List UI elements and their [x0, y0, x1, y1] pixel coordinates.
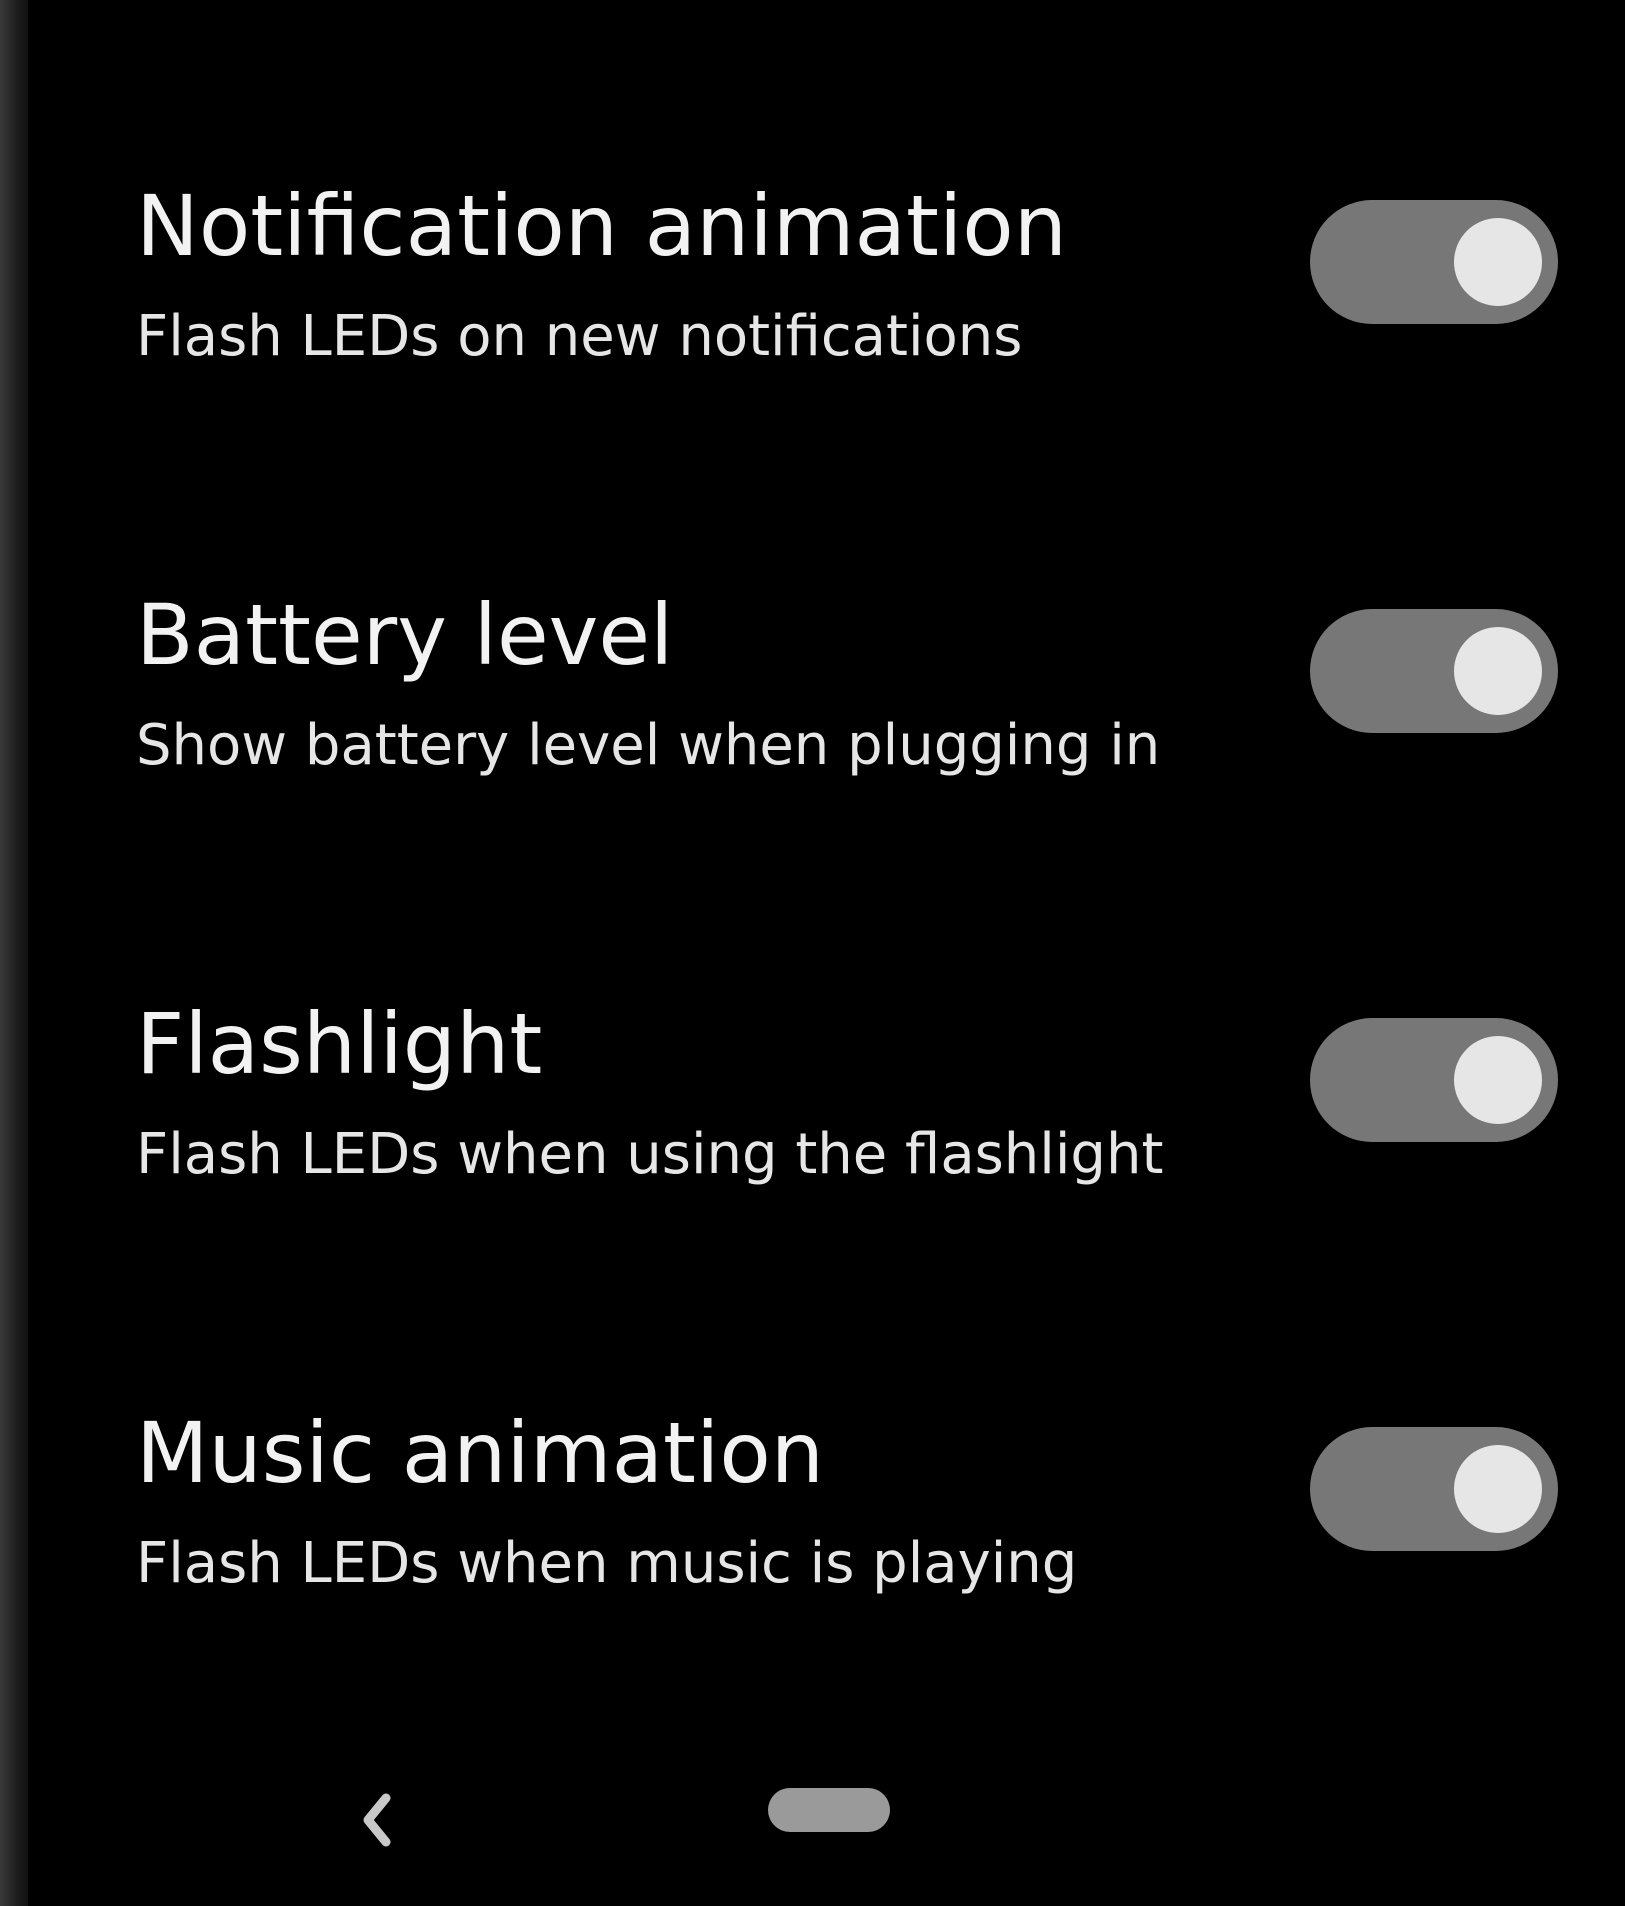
setting-title: Notification animation — [136, 177, 1067, 275]
setting-battery-level[interactable]: Battery level Show battery level when pl… — [136, 585, 1558, 845]
notification-animation-toggle[interactable] — [1310, 200, 1558, 324]
toggle-knob — [1454, 218, 1542, 306]
setting-music-animation[interactable]: Music animation Flash LEDs when music is… — [136, 1403, 1558, 1663]
toggle-knob — [1454, 627, 1542, 715]
flashlight-toggle[interactable] — [1310, 1018, 1558, 1142]
settings-list: Notification animation Flash LEDs on new… — [0, 0, 1625, 1760]
setting-summary: Flash LEDs when music is playing — [136, 1531, 1078, 1596]
home-pill-icon[interactable] — [768, 1788, 890, 1832]
setting-flashlight[interactable]: Flashlight Flash LEDs when using the fla… — [136, 994, 1558, 1254]
setting-title: Flashlight — [136, 995, 543, 1093]
music-animation-toggle[interactable] — [1310, 1427, 1558, 1551]
setting-notification-animation[interactable]: Notification animation Flash LEDs on new… — [136, 176, 1558, 436]
toggle-knob — [1454, 1036, 1542, 1124]
setting-title: Battery level — [136, 586, 674, 684]
battery-level-toggle[interactable] — [1310, 609, 1558, 733]
setting-summary: Flash LEDs on new notifications — [136, 304, 1023, 369]
navigation-bar — [28, 1760, 1625, 1906]
setting-summary: Show battery level when plugging in — [136, 713, 1161, 778]
chevron-left-icon[interactable] — [338, 1780, 418, 1860]
setting-title: Music animation — [136, 1404, 824, 1502]
setting-summary: Flash LEDs when using the flashlight — [136, 1122, 1164, 1187]
toggle-knob — [1454, 1445, 1542, 1533]
